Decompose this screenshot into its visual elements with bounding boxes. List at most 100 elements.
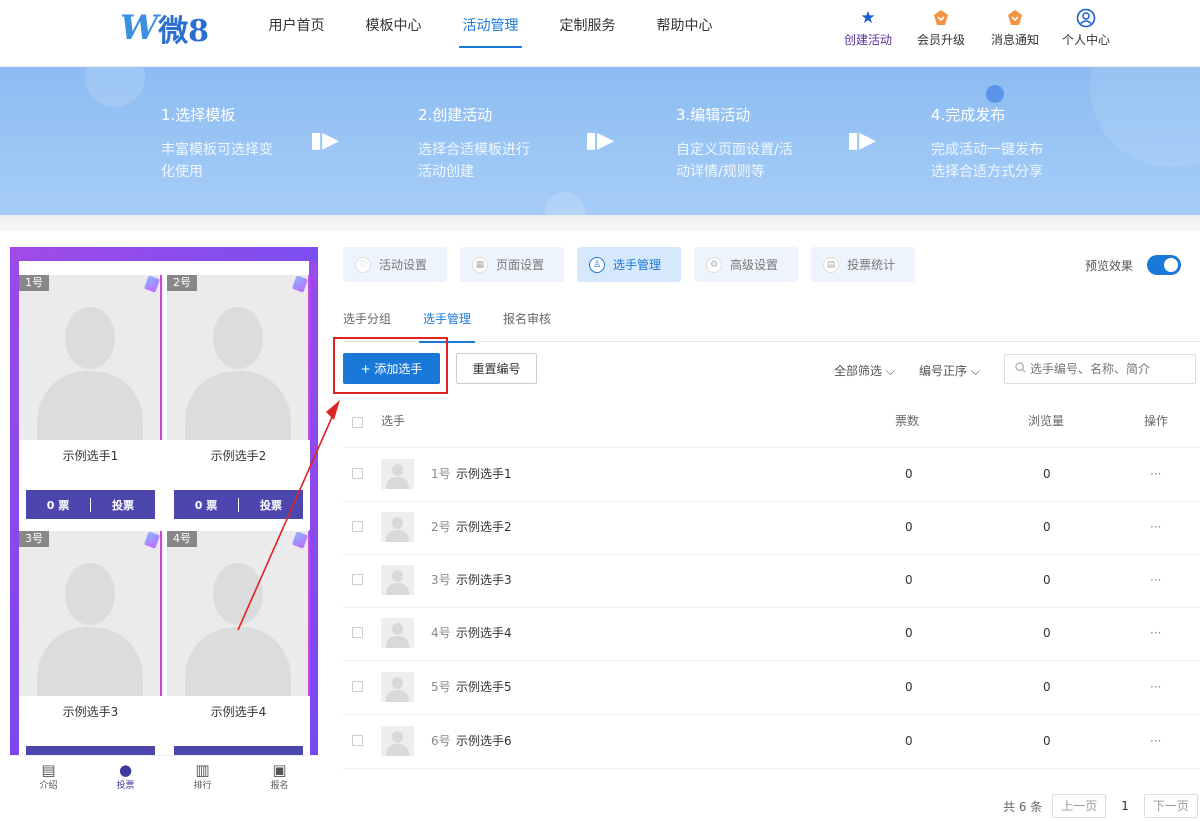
sort-dropdown[interactable]: 编号正序 ⌵ — [919, 362, 980, 379]
vote-count: 0 票 — [46, 498, 70, 512]
gem-icon — [143, 531, 160, 549]
tab-label: 介绍 — [39, 781, 58, 791]
tab-advanced-settings[interactable]: ⚙ 高级设置 — [694, 247, 799, 282]
search-icon — [1015, 362, 1026, 376]
member-upgrade-button[interactable]: 会员升级 — [917, 8, 965, 48]
player-card[interactable]: 4号 示例选手4 — [167, 531, 310, 786]
create-activity-button[interactable]: ★ 创建活动 — [844, 8, 892, 48]
player-number: 3号 — [19, 531, 49, 547]
prev-page-button[interactable]: 上一页 — [1052, 794, 1107, 818]
vote-count: 0 票 — [194, 498, 218, 512]
vote-bar: 0 票 投票 — [26, 490, 155, 519]
preview-toggle-switch[interactable] — [1147, 255, 1181, 275]
step-4: 4.完成发布 完成活动一键发布选择合适方式分享 — [931, 104, 1051, 183]
player-card[interactable]: 1号 示例选手1 0 票 投票 — [19, 275, 162, 530]
tab-label: 投票 — [116, 781, 135, 791]
next-page-button[interactable]: 下一页 — [1143, 794, 1198, 818]
table-row: 1号 示例选手1 0 0 ··· — [343, 448, 1200, 502]
vote-count: 0 — [905, 680, 913, 694]
subtab-signup-review[interactable]: 报名审核 — [503, 310, 551, 342]
tab-ranking[interactable]: ▥ 排行 — [164, 756, 241, 795]
logo[interactable]: W 微8 — [120, 8, 209, 49]
current-page[interactable]: 1 — [1121, 799, 1129, 813]
message-notice-label: 消息通知 — [991, 33, 1040, 47]
more-actions-icon[interactable]: ··· — [1150, 448, 1161, 501]
player-name: 示例选手1 — [62, 449, 119, 463]
more-actions-icon[interactable]: ··· — [1150, 661, 1161, 714]
nav-item-help[interactable]: 帮助中心 — [636, 0, 733, 67]
avatar-placeholder — [213, 563, 263, 625]
tab-signup[interactable]: ▣ 报名 — [241, 756, 318, 795]
message-notice-button[interactable]: 消息通知 — [991, 8, 1039, 48]
vote-button[interactable]: 投票 — [91, 497, 155, 513]
more-actions-icon[interactable]: ··· — [1150, 715, 1161, 768]
vote-bar: 0 票 投票 — [174, 490, 303, 519]
vote-count: 0 — [905, 467, 913, 481]
tab-label: 选手管理 — [613, 258, 662, 272]
row-checkbox[interactable] — [352, 468, 363, 479]
nav-item-home[interactable]: 用户首页 — [248, 0, 345, 67]
avatar-placeholder — [37, 371, 143, 440]
step-desc: 完成活动一键发布选择合适方式分享 — [931, 142, 1043, 180]
player-number: 2号 — [431, 520, 451, 534]
nav-item-activity-management[interactable]: 活动管理 — [442, 0, 539, 67]
more-actions-icon[interactable]: ··· — [1150, 607, 1161, 660]
view-count: 0 — [1043, 626, 1051, 640]
select-all-checkbox[interactable] — [352, 417, 363, 428]
nav-item-custom-service[interactable]: 定制服务 — [539, 0, 636, 67]
header-views: 浏览量 — [1028, 414, 1065, 428]
player-avatar — [381, 459, 414, 489]
reset-numbering-button[interactable]: 重置编号 — [456, 353, 537, 384]
vote-button[interactable]: 投票 — [239, 497, 303, 513]
step-arrow-icon: ▮▶ — [585, 128, 615, 153]
row-checkbox[interactable] — [352, 735, 363, 746]
player-number: 4号 — [431, 626, 451, 640]
player-avatar — [381, 512, 414, 542]
tab-vote[interactable]: ● 投票 — [87, 756, 164, 795]
main-menu: 用户首页 模板中心 活动管理 定制服务 帮助中心 — [248, 0, 733, 67]
settings-tabs: ♡ 活动设置 ▦ 页面设置 ♙ 选手管理 ⚙ 高级设置 ▤ 投票统计 — [343, 247, 928, 282]
tab-player-management[interactable]: ♙ 选手管理 — [577, 247, 682, 282]
step-arrow-icon: ▮▶ — [310, 128, 340, 153]
row-checkbox[interactable] — [352, 521, 363, 532]
player-number: 6号 — [431, 734, 451, 748]
step-title: 1.选择模板 — [161, 106, 236, 124]
decor-bubble — [1090, 67, 1200, 167]
player-name: 示例选手1 — [456, 467, 512, 481]
step-desc: 自定义页面设置/活动详情/规则等 — [676, 142, 793, 180]
avatar-placeholder — [185, 627, 291, 696]
search-box — [1004, 354, 1196, 384]
decor-bubble — [85, 67, 145, 107]
search-input[interactable] — [1030, 362, 1180, 376]
personal-center-button[interactable]: 个人中心 — [1062, 8, 1110, 48]
view-count: 0 — [1043, 734, 1051, 748]
more-actions-icon[interactable]: ··· — [1150, 554, 1161, 607]
preview-toggle-label: 预览效果 — [1085, 259, 1134, 273]
table-row: 2号 示例选手2 0 0 ··· — [343, 501, 1200, 555]
view-count: 0 — [1043, 520, 1051, 534]
filter-dropdown[interactable]: 全部筛选 ⌵ — [834, 362, 895, 379]
nav-item-templates[interactable]: 模板中心 — [345, 0, 442, 67]
row-checkbox[interactable] — [352, 681, 363, 692]
player-avatar — [381, 672, 414, 702]
row-checkbox[interactable] — [352, 574, 363, 585]
tab-vote-statistics[interactable]: ▤ 投票统计 — [811, 247, 916, 282]
player-photo: 3号 — [19, 531, 162, 696]
row-checkbox[interactable] — [352, 627, 363, 638]
player-name: 示例选手6 — [456, 734, 512, 748]
add-player-button[interactable]: + 添加选手 — [343, 353, 440, 384]
person-icon: ♙ — [589, 256, 606, 273]
tab-activity-settings[interactable]: ♡ 活动设置 — [343, 247, 448, 282]
player-card[interactable]: 2号 示例选手2 0 票 投票 — [167, 275, 310, 530]
player-card[interactable]: 3号 示例选手3 — [19, 531, 162, 786]
step-1: 1.选择模板 丰富模板可选择变化使用 — [161, 104, 281, 183]
header-player: 选手 — [381, 414, 406, 428]
tab-label: 页面设置 — [496, 258, 545, 272]
gem-icon — [143, 275, 160, 293]
sort-label: 编号正序 — [919, 364, 968, 378]
more-actions-icon[interactable]: ··· — [1150, 501, 1161, 554]
header-actions: 操作 — [1144, 414, 1169, 428]
tab-intro[interactable]: ▤ 介绍 — [10, 756, 87, 795]
tab-page-settings[interactable]: ▦ 页面设置 — [460, 247, 565, 282]
page-icon: ▦ — [472, 256, 489, 273]
